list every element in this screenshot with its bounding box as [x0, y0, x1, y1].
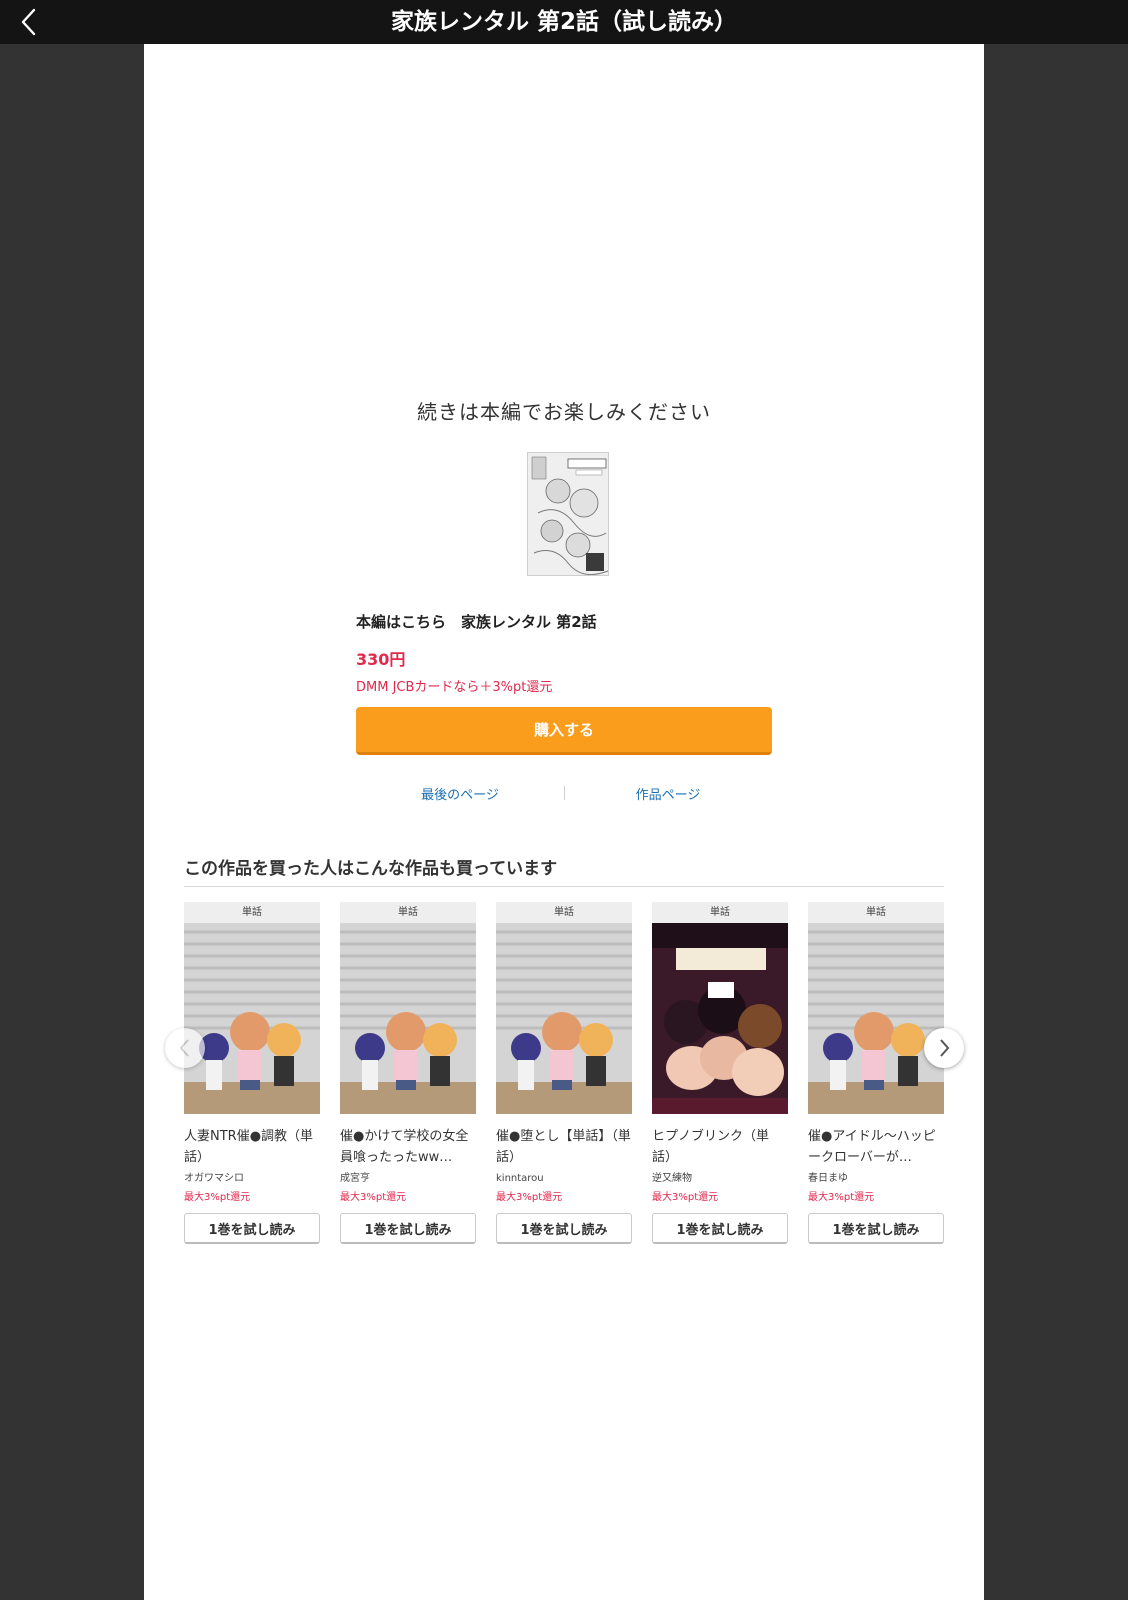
chevron-right-icon — [940, 1039, 950, 1057]
trial-read-button[interactable]: 1巻を試し読み — [652, 1213, 788, 1244]
trial-read-button[interactable]: 1巻を試し読み — [496, 1213, 632, 1244]
work-page-link[interactable]: 作品ページ — [564, 784, 772, 803]
card-title[interactable]: 催●アイドル～ハッピークローバーが… — [808, 1126, 944, 1168]
price-label: 330円 — [356, 650, 406, 669]
card-cover-image — [340, 902, 476, 1114]
card-badge: 単話 — [496, 902, 632, 923]
trial-read-button[interactable]: 1巻を試し読み — [184, 1213, 320, 1244]
card-author[interactable]: kinntarou — [496, 1169, 632, 1189]
chevron-left-icon — [179, 1039, 189, 1057]
card-author[interactable]: オガワマシロ — [184, 1169, 320, 1189]
card-cover-image — [496, 902, 632, 1114]
recommendation-card[interactable]: 単話 人妻NTR催●調教（単話） オガワマシロ 最大3%pt還元 1巻を試し読み — [184, 902, 320, 1244]
trial-read-button[interactable]: 1巻を試し読み — [808, 1213, 944, 1244]
card-points: 最大3%pt還元 — [184, 1192, 251, 1203]
continue-message: 続きは本編でお楽しみください — [417, 400, 711, 424]
card-title[interactable]: 催●かけて学校の女全員喰ったったww… — [340, 1126, 476, 1168]
card-points: 最大3%pt還元 — [652, 1192, 719, 1203]
card-cover-image — [184, 902, 320, 1114]
card-cover[interactable]: 単話 — [340, 902, 476, 1114]
cover-thumbnail[interactable] — [527, 452, 609, 576]
recommendation-card[interactable]: 単話 ヒプノブリンク（単話） 逆又練物 最大3%pt還元 1巻を試し読み — [652, 902, 788, 1244]
card-points: 最大3%pt還元 — [808, 1192, 875, 1203]
card-badge: 単話 — [652, 902, 788, 923]
card-cover[interactable]: 単話 — [652, 902, 788, 1114]
purchase-block: 本編はこちら 家族レンタル 第2話 330円 DMM JCBカードなら＋3%pt… — [356, 611, 772, 755]
page-links: 最後のページ 作品ページ — [356, 784, 772, 804]
card-cover-image — [652, 902, 788, 1114]
manga-cover-image — [528, 453, 608, 575]
carousel-next-button[interactable] — [924, 1028, 964, 1068]
recommendation-card[interactable]: 単話 催●アイドル～ハッピークローバーが… 春日まゆ 最大3%pt還元 1巻を試… — [808, 902, 944, 1244]
chevron-left-icon — [21, 8, 36, 36]
purchase-title: 本編はこちら 家族レンタル 第2話 — [356, 613, 597, 631]
back-button[interactable] — [14, 6, 46, 38]
card-cover-image — [808, 902, 944, 1114]
reader-end-panel: 続きは本編でお楽しみください 本編はこちら 家族レンタル 第2話 330円 DM… — [144, 44, 984, 1600]
cashback-note: DMM JCBカードなら＋3%pt還元 — [356, 680, 553, 695]
card-badge: 単話 — [184, 902, 320, 923]
recommendations-heading: この作品を買った人はこんな作品も買っています — [184, 859, 558, 879]
buy-button[interactable]: 購入する — [356, 707, 772, 755]
page-title: 家族レンタル 第2話（試し読み） — [390, 9, 737, 35]
top-bar: 家族レンタル 第2話（試し読み） — [0, 0, 1128, 44]
recommendation-card[interactable]: 単話 催●かけて学校の女全員喰ったったww… 成宮亨 最大3%pt還元 1巻を試… — [340, 902, 476, 1244]
card-cover[interactable]: 単話 — [184, 902, 320, 1114]
last-page-link[interactable]: 最後のページ — [356, 784, 564, 803]
card-points: 最大3%pt還元 — [340, 1192, 407, 1203]
card-title[interactable]: 催●堕とし【単話】（単話） — [496, 1126, 632, 1168]
card-points: 最大3%pt還元 — [496, 1192, 563, 1203]
card-cover[interactable]: 単話 — [808, 902, 944, 1114]
trial-read-button[interactable]: 1巻を試し読み — [340, 1213, 476, 1244]
heading-divider — [184, 886, 944, 887]
recommendation-card[interactable]: 単話 催●堕とし【単話】（単話） kinntarou 最大3%pt還元 1巻を試… — [496, 902, 632, 1244]
card-author[interactable]: 成宮亨 — [340, 1169, 476, 1189]
card-author[interactable]: 逆又練物 — [652, 1169, 788, 1189]
card-cover[interactable]: 単話 — [496, 902, 632, 1114]
card-author[interactable]: 春日まゆ — [808, 1169, 944, 1189]
card-title[interactable]: 人妻NTR催●調教（単話） — [184, 1126, 320, 1168]
card-badge: 単話 — [808, 902, 944, 923]
carousel-prev-button[interactable] — [165, 1028, 205, 1068]
card-title[interactable]: ヒプノブリンク（単話） — [652, 1126, 788, 1168]
recommendations-carousel: 単話 人妻NTR催●調教（単話） オガワマシロ 最大3%pt還元 1巻を試し読み — [184, 902, 944, 1282]
card-badge: 単話 — [340, 902, 476, 923]
